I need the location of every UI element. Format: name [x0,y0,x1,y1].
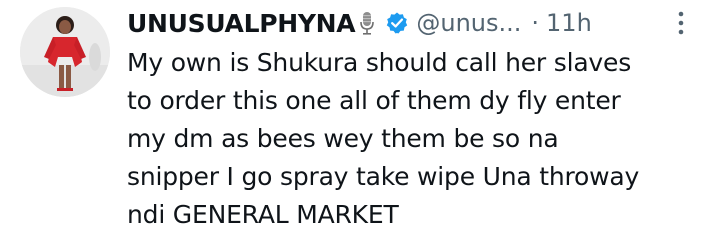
tweet-text-line: ndi GENERAL MARKET [127,200,399,229]
tweet-text-line: my dm as bees wey them be so na [127,124,559,153]
more-vertical-icon[interactable] [668,8,694,38]
verified-badge-icon[interactable] [385,11,409,35]
avatar-image [20,7,110,97]
avatar[interactable] [20,7,110,97]
tweet-text: My own is Shukura should call her slaves… [127,44,717,234]
author-display-name[interactable]: UNUSUALPHYNA [127,9,356,38]
tweet-text-line: to order this one all of them dy fly ent… [127,86,621,115]
separator-dot: · [531,9,540,37]
author-handle[interactable]: @unus... [416,9,521,37]
tweet-text-line: snipper I go spray take wipe Una throway [127,162,640,191]
microphone-icon [359,10,375,36]
tweet-header: UNUSUALPHYNA @unus... · 11h [127,6,592,40]
timestamp[interactable]: 11h [546,9,592,37]
tweet[interactable]: UNUSUALPHYNA @unus... · 11h My own is Sh… [0,0,720,240]
tweet-text-line: My own is Shukura should call her slaves [127,48,632,77]
